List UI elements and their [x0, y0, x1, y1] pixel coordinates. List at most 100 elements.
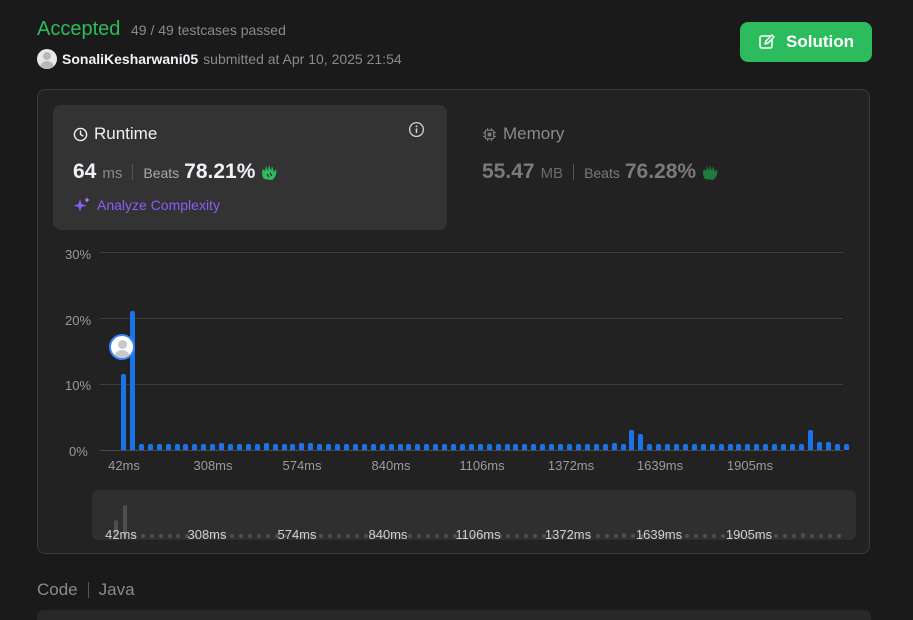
runtime-bar[interactable] — [468, 444, 474, 450]
runtime-bar[interactable] — [727, 444, 733, 450]
runtime-bar[interactable] — [236, 444, 242, 450]
analyze-complexity-link[interactable]: Analyze Complexity — [73, 196, 220, 214]
mini-bar — [684, 534, 689, 538]
runtime-bar[interactable] — [647, 444, 653, 450]
info-icon[interactable] — [408, 121, 425, 138]
code-editor[interactable] — [37, 610, 871, 620]
runtime-bar[interactable] — [718, 444, 724, 450]
runtime-bar[interactable] — [807, 430, 813, 450]
runtime-bar[interactable] — [772, 444, 778, 450]
runtime-bar[interactable] — [433, 444, 439, 450]
runtime-bar[interactable] — [129, 311, 135, 450]
runtime-bar[interactable] — [183, 444, 189, 450]
runtime-bar[interactable] — [665, 444, 671, 450]
solution-button[interactable]: Solution — [740, 22, 872, 62]
runtime-bar[interactable] — [254, 444, 260, 450]
memory-label[interactable]: Memory — [482, 124, 564, 144]
mini-tick-label: 1372ms — [544, 527, 592, 542]
runtime-bar[interactable] — [147, 444, 153, 450]
avatar[interactable] — [37, 49, 57, 69]
runtime-bar[interactable] — [361, 444, 367, 450]
runtime-bar[interactable] — [486, 444, 492, 450]
runtime-bar[interactable] — [397, 444, 403, 450]
runtime-bar[interactable] — [415, 444, 421, 450]
runtime-bar[interactable] — [781, 444, 787, 450]
runtime-bar[interactable] — [263, 443, 269, 450]
runtime-bar[interactable] — [308, 442, 314, 450]
mini-bar — [506, 534, 511, 538]
runtime-bar[interactable] — [406, 444, 412, 450]
runtime-bar[interactable] — [459, 444, 465, 450]
runtime-bar[interactable] — [174, 444, 180, 450]
runtime-bar[interactable] — [522, 444, 528, 450]
runtime-bar[interactable] — [567, 444, 572, 450]
runtime-bar[interactable] — [272, 444, 278, 450]
runtime-bar[interactable] — [156, 444, 162, 450]
runtime-bar[interactable] — [379, 444, 385, 450]
runtime-bar[interactable] — [451, 444, 457, 450]
runtime-bar[interactable] — [442, 444, 448, 450]
runtime-bar[interactable] — [736, 444, 742, 450]
runtime-bar[interactable] — [326, 444, 332, 450]
runtime-bar[interactable] — [709, 444, 715, 450]
mini-bar — [319, 534, 324, 538]
runtime-bar[interactable] — [754, 444, 760, 450]
runtime-bar[interactable] — [299, 442, 305, 450]
runtime-bar[interactable] — [121, 374, 126, 450]
runtime-bar[interactable] — [584, 444, 590, 450]
runtime-metric: 64 ms Beats 78.21% — [73, 160, 281, 184]
runtime-bar[interactable] — [192, 444, 198, 450]
runtime-bar[interactable] — [424, 444, 430, 450]
runtime-bar[interactable] — [629, 430, 635, 450]
runtime-bar[interactable] — [620, 444, 626, 450]
x-tick-label: 42ms — [108, 458, 140, 473]
submitter-line: SonaliKesharwani05 submitted at Apr 10, … — [37, 49, 402, 69]
runtime-bar[interactable] — [843, 444, 849, 450]
mini-bar — [836, 534, 841, 538]
runtime-bar[interactable] — [682, 444, 688, 450]
runtime-bar[interactable] — [335, 444, 341, 450]
runtime-bar[interactable] — [656, 444, 662, 450]
runtime-bar[interactable] — [228, 444, 234, 450]
mini-bar — [176, 534, 181, 538]
runtime-bar[interactable] — [138, 444, 144, 450]
runtime-bar[interactable] — [477, 444, 483, 450]
runtime-bar[interactable] — [219, 442, 225, 450]
runtime-bar[interactable] — [602, 444, 608, 450]
runtime-bar[interactable] — [245, 444, 251, 450]
runtime-bar[interactable] — [611, 443, 617, 450]
runtime-bar[interactable] — [798, 444, 804, 450]
runtime-bar[interactable] — [290, 444, 296, 450]
username-link[interactable]: SonaliKesharwani05 — [62, 51, 198, 67]
runtime-bar[interactable] — [549, 444, 555, 450]
runtime-bar[interactable] — [504, 444, 510, 450]
your-submission-marker[interactable] — [109, 334, 135, 360]
runtime-bar[interactable] — [816, 442, 822, 450]
runtime-bar[interactable] — [388, 444, 394, 450]
runtime-bar[interactable] — [201, 444, 207, 450]
runtime-bar[interactable] — [825, 442, 831, 450]
runtime-bar[interactable] — [210, 444, 216, 450]
runtime-bar[interactable] — [540, 444, 546, 450]
runtime-bar[interactable] — [352, 444, 358, 450]
runtime-bar[interactable] — [575, 444, 581, 450]
runtime-bar[interactable] — [165, 444, 171, 450]
runtime-bar[interactable] — [638, 433, 644, 450]
runtime-bar[interactable] — [370, 444, 376, 450]
runtime-bar[interactable] — [593, 444, 599, 450]
runtime-bar[interactable] — [763, 444, 769, 450]
runtime-bar[interactable] — [674, 444, 680, 450]
runtime-bar[interactable] — [317, 444, 323, 450]
runtime-bar[interactable] — [344, 444, 349, 450]
runtime-bar[interactable] — [700, 444, 706, 450]
runtime-bar[interactable] — [531, 444, 537, 450]
runtime-bar[interactable] — [513, 444, 519, 450]
memory-beats-label: Beats — [584, 165, 620, 181]
runtime-bar[interactable] — [495, 444, 501, 450]
runtime-bar[interactable] — [691, 444, 697, 450]
runtime-bar[interactable] — [834, 444, 840, 450]
runtime-bar[interactable] — [281, 444, 287, 450]
runtime-bar[interactable] — [790, 444, 795, 450]
runtime-bar[interactable] — [558, 444, 564, 450]
runtime-bar[interactable] — [745, 444, 751, 450]
